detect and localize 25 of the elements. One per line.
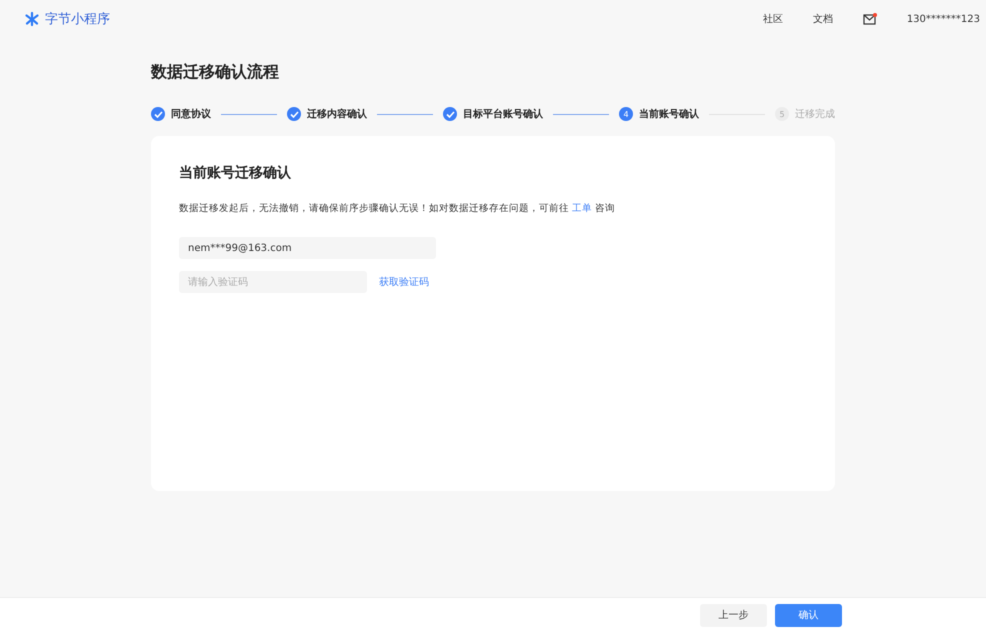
logo-icon: [24, 11, 40, 27]
account-name[interactable]: 130*******123: [906, 14, 980, 24]
step-label: 目标平台账号确认: [463, 108, 543, 121]
page-title: 数据迁移确认流程: [151, 62, 280, 83]
mail-icon[interactable]: [862, 13, 877, 25]
step-label: 迁移内容确认: [307, 107, 367, 121]
step-number: 5: [775, 107, 789, 121]
email-field[interactable]: nem***99@163.com: [179, 237, 436, 259]
card-title: 当前账号迁移确认: [179, 164, 292, 182]
step-label: 迁移完成: [795, 108, 835, 121]
nav-link[interactable]: 文档: [812, 12, 833, 26]
step-label: 同意协议: [171, 108, 211, 121]
check-icon: [151, 107, 165, 121]
check-icon: [287, 107, 301, 121]
check-icon: [443, 107, 457, 121]
step-number: 4: [619, 107, 633, 121]
get-code-link[interactable]: 获取验证码: [379, 275, 429, 289]
step-label: 当前账号确认: [639, 108, 699, 121]
footer-button[interactable]: 确认: [775, 604, 842, 626]
logo-text: 字节小程序: [45, 11, 110, 28]
notice-text: 数据迁移发起后，无法撤销，请确保前序步骤确认无误！如对数据迁移存在问题，可前往 工单 咨询: [179, 202, 616, 215]
footer-button[interactable]: 上一步: [700, 604, 767, 626]
nav-link[interactable]: 社区: [762, 12, 783, 26]
ticket-link[interactable]: 工单: [572, 203, 592, 214]
code-field[interactable]: 请输入验证码: [179, 271, 367, 293]
